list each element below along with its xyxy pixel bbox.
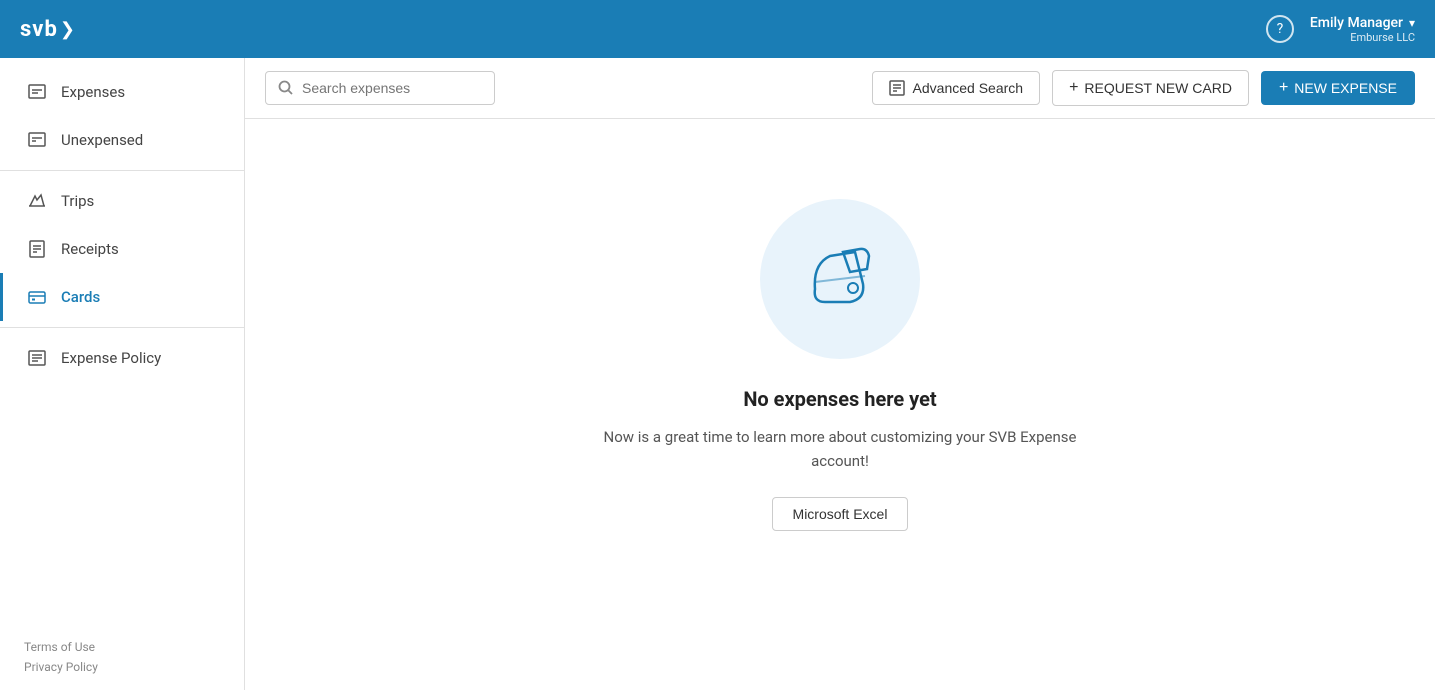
request-card-button[interactable]: + REQUEST NEW CARD xyxy=(1052,70,1249,106)
sidebar-item-policy-label: Expense Policy xyxy=(61,349,161,367)
user-company: Emburse LLC xyxy=(1310,31,1415,44)
empty-wallet-icon xyxy=(795,234,885,324)
advanced-search-label: Advanced Search xyxy=(913,80,1024,96)
content-area: Advanced Search + REQUEST NEW CARD + NEW… xyxy=(245,58,1435,690)
sidebar-item-expenses-label: Expenses xyxy=(61,83,125,101)
sidebar-item-unexpensed[interactable]: Unexpensed xyxy=(0,116,244,164)
main-content: No expenses here yet Now is a great time… xyxy=(245,119,1435,690)
sidebar-item-expense-policy[interactable]: Expense Policy xyxy=(0,334,244,382)
logo-text: svb xyxy=(20,17,58,42)
top-nav: svb ❯ ? Emily Manager ▾ Emburse LLC xyxy=(0,0,1435,58)
sidebar-item-unexpensed-label: Unexpensed xyxy=(61,131,143,149)
empty-icon-circle xyxy=(760,199,920,359)
policy-icon xyxy=(27,348,47,368)
plus-icon-new: + xyxy=(1279,79,1288,97)
nav-right: ? Emily Manager ▾ Emburse LLC xyxy=(1266,15,1415,44)
sidebar-divider-2 xyxy=(0,327,244,328)
new-expense-label: NEW EXPENSE xyxy=(1294,80,1397,96)
unexpensed-icon xyxy=(27,130,47,150)
sidebar-item-expenses[interactable]: Expenses xyxy=(0,68,244,116)
sidebar-item-trips-label: Trips xyxy=(61,192,94,210)
sidebar-item-cards-label: Cards xyxy=(61,288,100,306)
privacy-link[interactable]: Privacy Policy xyxy=(24,660,220,674)
sidebar-item-trips[interactable]: Trips xyxy=(0,177,244,225)
request-card-label: REQUEST NEW CARD xyxy=(1084,80,1232,96)
receipts-icon xyxy=(27,239,47,259)
search-icon xyxy=(278,80,294,96)
sidebar-item-receipts[interactable]: Receipts xyxy=(0,225,244,273)
empty-state: No expenses here yet Now is a great time… xyxy=(590,199,1090,531)
sidebar-divider-1 xyxy=(0,170,244,171)
advanced-search-button[interactable]: Advanced Search xyxy=(872,71,1041,105)
sidebar-item-receipts-label: Receipts xyxy=(61,240,119,258)
main-layout: Expenses Unexpensed Trips xyxy=(0,58,1435,690)
sidebar: Expenses Unexpensed Trips xyxy=(0,58,245,690)
search-box[interactable] xyxy=(265,71,495,105)
user-dropdown-arrow: ▾ xyxy=(1409,16,1415,30)
plus-icon-request: + xyxy=(1069,79,1078,97)
trips-icon xyxy=(27,191,47,211)
sidebar-item-cards[interactable]: Cards xyxy=(0,273,244,321)
logo-chevron: ❯ xyxy=(60,19,75,40)
search-input[interactable] xyxy=(302,80,482,96)
advanced-search-icon xyxy=(889,80,905,96)
help-icon[interactable]: ? xyxy=(1266,15,1294,43)
empty-subtitle: Now is a great time to learn more about … xyxy=(590,425,1090,473)
new-expense-button[interactable]: + NEW EXPENSE xyxy=(1261,71,1415,105)
terms-link[interactable]: Terms of Use xyxy=(24,640,220,654)
cards-icon xyxy=(27,287,47,307)
empty-title: No expenses here yet xyxy=(743,387,936,411)
sidebar-footer: Terms of Use Privacy Policy xyxy=(0,624,244,690)
expense-icon xyxy=(27,82,47,102)
user-name: Emily Manager xyxy=(1310,15,1403,31)
toolbar: Advanced Search + REQUEST NEW CARD + NEW… xyxy=(245,58,1435,119)
user-info[interactable]: Emily Manager ▾ Emburse LLC xyxy=(1310,15,1415,44)
logo-area[interactable]: svb ❯ xyxy=(20,17,75,42)
ms-excel-button[interactable]: Microsoft Excel xyxy=(772,497,909,531)
